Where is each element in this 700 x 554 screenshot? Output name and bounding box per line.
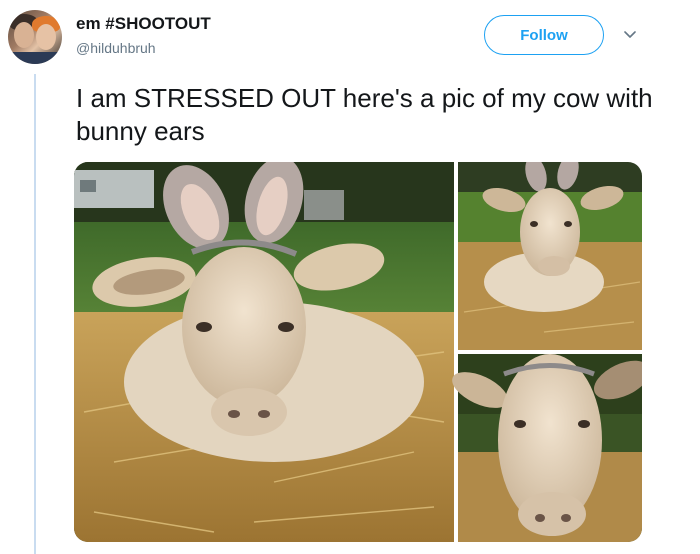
display-name[interactable]: em #SHOOTOUT	[76, 14, 211, 34]
user-handle[interactable]: @hilduhbruh	[76, 40, 156, 56]
media-divider-vertical	[454, 162, 458, 542]
photo-bottom-right[interactable]	[447, 353, 642, 542]
follow-button[interactable]: Follow	[484, 15, 604, 55]
tweet-text: I am STRESSED OUT here's a pic of my cow…	[76, 83, 653, 146]
photo-main[interactable]	[74, 162, 454, 542]
avatar-shirt	[8, 52, 62, 64]
tweet-media-grid[interactable]	[74, 162, 642, 542]
media-divider-horizontal	[458, 350, 642, 354]
chevron-down-icon[interactable]	[622, 26, 638, 42]
avatar-face-right	[36, 24, 56, 50]
thread-line	[34, 74, 36, 554]
avatar[interactable]	[8, 10, 62, 64]
media-photos	[74, 162, 642, 542]
avatar-face-left	[14, 22, 34, 48]
photo-top-right[interactable]	[458, 162, 642, 350]
